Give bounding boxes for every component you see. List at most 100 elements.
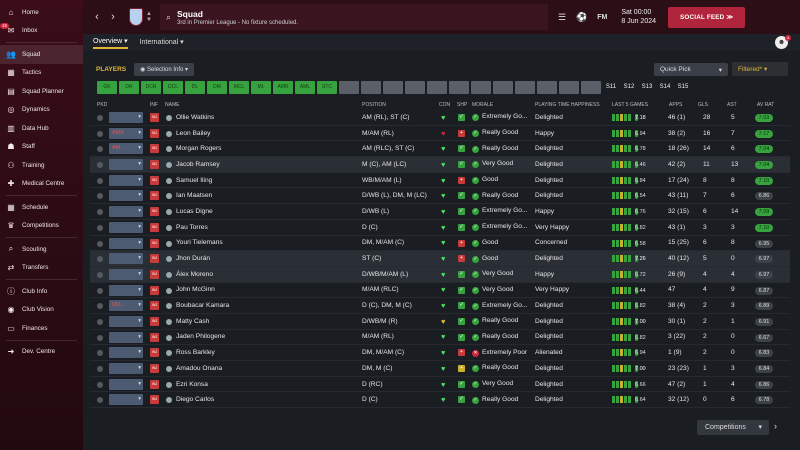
player-name[interactable]: Jhon Durán xyxy=(176,255,210,262)
position-chip[interactable]: DCR xyxy=(141,81,161,94)
col-av-rat[interactable]: AV RAT xyxy=(757,102,774,108)
selection-dropdown[interactable]: AM... ▾ xyxy=(109,143,143,155)
pick-toggle[interactable] xyxy=(97,224,103,231)
table-row[interactable]: ▾ INJ Samuel Iling WB/M/AM (L) ♥ + ✓ Good Deligh… xyxy=(90,173,790,189)
info-flag-icon[interactable]: INJ xyxy=(150,191,159,201)
info-flag-icon[interactable]: INJ xyxy=(150,144,159,154)
sidebar-item-schedule[interactable]: ▦ Schedule xyxy=(0,198,83,217)
selection-info-button[interactable]: ◉ Selection Info ▾ xyxy=(134,62,195,76)
player-name[interactable]: Youri Tielemans xyxy=(176,239,223,246)
sidebar-item-staff[interactable]: ☗ Staff xyxy=(0,138,83,157)
selection-dropdown[interactable]: ▾ xyxy=(109,315,143,327)
table-row[interactable]: ▾ INJ Matty Cash D/WB/M (R) ♥ ✓ ✓ Really Good De… xyxy=(90,314,790,330)
pick-toggle[interactable] xyxy=(97,303,103,310)
pick-toggle[interactable] xyxy=(97,350,103,357)
player-name[interactable]: Lucas Digne xyxy=(176,208,213,215)
player-name[interactable]: Jacob Ramsey xyxy=(176,161,220,168)
selection-dropdown[interactable]: ▾ xyxy=(109,112,143,123)
position-chip[interactable]: MCL xyxy=(229,81,249,94)
position-chip[interactable]: ML xyxy=(251,81,271,94)
selection-dropdown[interactable]: ▾ xyxy=(109,237,143,249)
table-row[interactable]: ▾ INJ Youri Tielemans DM, M/AM (C) ♥ + ✓ Good Co… xyxy=(90,236,790,252)
sidebar-item-finances[interactable]: ▭ Finances xyxy=(0,319,83,338)
info-flag-icon[interactable]: INJ xyxy=(150,379,159,389)
col-con[interactable]: CON xyxy=(439,102,450,108)
info-flag-icon[interactable]: INJ xyxy=(150,238,159,248)
pick-toggle[interactable] xyxy=(97,318,103,325)
position-chip-inactive[interactable] xyxy=(339,81,359,94)
selection-dropdown[interactable]: ▾ xyxy=(109,347,143,359)
position-chip[interactable]: DCL xyxy=(163,81,183,94)
player-name[interactable]: Amadou Onana xyxy=(176,365,222,372)
pick-toggle[interactable] xyxy=(97,193,103,200)
col-name[interactable]: NAME xyxy=(165,102,179,108)
club-switch-icon[interactable]: ▲ ▼ xyxy=(146,11,152,23)
player-name[interactable]: Jaden Philogene xyxy=(176,333,225,340)
position-chip[interactable]: DL xyxy=(185,81,205,94)
selection-dropdown[interactable]: ▾ xyxy=(109,394,143,406)
next-arrow-icon[interactable]: › xyxy=(774,421,777,431)
tab-overview[interactable]: Overview ▾ xyxy=(93,37,128,49)
table-row[interactable]: ▾ INJ Amadou Onana DM, M (C) ♥ + ✓ Really Good D… xyxy=(90,361,790,377)
player-name[interactable]: Ollie Watkins xyxy=(176,114,214,121)
position-chip[interactable]: DM xyxy=(207,81,227,94)
player-name[interactable]: Diego Carlos xyxy=(176,396,214,403)
fm-logo[interactable]: FM xyxy=(597,14,607,21)
position-chip-inactive[interactable] xyxy=(515,81,535,94)
filter-dropdown[interactable]: Filtered* ▾ xyxy=(732,62,788,76)
competitions-dropdown[interactable]: Competitions ▾ xyxy=(697,420,769,435)
info-flag-icon[interactable]: INJ xyxy=(150,269,159,279)
info-flag-icon[interactable]: INJ xyxy=(150,254,159,264)
pick-toggle[interactable] xyxy=(97,334,103,341)
pick-toggle[interactable] xyxy=(97,397,103,404)
quick-pick-dropdown[interactable]: Quick Pick ▾ xyxy=(654,62,728,76)
sidebar-item-inbox[interactable]: ✉ Inbox 15 xyxy=(0,22,83,41)
col-morale[interactable]: MORALE xyxy=(472,102,493,108)
col-position[interactable]: POSITION xyxy=(362,102,386,108)
position-chip[interactable]: STC xyxy=(317,81,337,94)
table-row[interactable]: ▾ INJ Diego Carlos D (C) ♥ ✓ ✓ Really Good Delig… xyxy=(90,392,790,409)
sidebar-item-home[interactable]: ⌂ Home xyxy=(0,3,83,22)
table-row[interactable]: ▾ INJ Pau Torres D (C) ♥ ✓ ✓ Extremely Go... Ver… xyxy=(90,220,790,236)
sidebar-item-tactics[interactable]: ▦ Tactics xyxy=(0,64,83,83)
table-row[interactable]: ▾ INJ Lucas Digne D/WB (L) ♥ ✓ ✓ Extremely Go..… xyxy=(90,204,790,220)
player-name[interactable]: Ezri Konsa xyxy=(176,381,208,388)
info-flag-icon[interactable]: INJ xyxy=(150,113,159,122)
position-chip-inactive[interactable] xyxy=(493,81,513,94)
selection-dropdown[interactable]: ▾ xyxy=(109,159,143,171)
position-chip-inactive[interactable] xyxy=(383,81,403,94)
sidebar-item-scouting[interactable]: ⌕ Scouting xyxy=(0,240,83,259)
info-flag-icon[interactable]: INJ xyxy=(150,160,159,170)
selection-dropdown[interactable]: ▾ xyxy=(109,378,143,390)
col-ast[interactable]: AST xyxy=(727,102,737,108)
pick-toggle[interactable] xyxy=(97,130,103,137)
position-chip[interactable]: DR xyxy=(119,81,139,94)
table-row[interactable]: ▾ INJ Álex Moreno D/WB/M/AM (L) ♥ ✓ ✓ Very Good… xyxy=(90,266,790,283)
player-name[interactable]: Samuel Iling xyxy=(176,177,212,184)
col-apps[interactable]: APPS xyxy=(669,102,682,108)
pick-toggle[interactable] xyxy=(97,115,103,121)
info-flag-icon[interactable]: INJ xyxy=(150,175,159,185)
menu-icon[interactable]: ☰ xyxy=(558,12,566,23)
player-name[interactable]: Ian Maatsen xyxy=(176,192,212,199)
player-name[interactable]: Pau Torres xyxy=(176,224,208,231)
col-pkd[interactable]: PKD xyxy=(97,102,107,108)
back-arrow-icon[interactable]: ‹ xyxy=(89,11,105,23)
social-feed-button[interactable]: SOCIAL FEED ≫ xyxy=(668,6,746,28)
player-name[interactable]: Leon Bailey xyxy=(176,130,210,137)
col-last-5[interactable]: LAST 5 GAMES xyxy=(612,102,648,108)
selection-dropdown[interactable]: ▾ xyxy=(109,253,143,265)
selection-dropdown[interactable]: AMR ▾ xyxy=(109,127,143,139)
selection-dropdown[interactable]: ▾ xyxy=(109,331,143,343)
player-name[interactable]: Álex Moreno xyxy=(176,271,213,278)
player-name[interactable]: Boubacar Kamara xyxy=(176,302,229,309)
info-flag-icon[interactable]: INJ xyxy=(150,332,159,342)
col-shp[interactable]: SHP xyxy=(457,102,467,108)
player-name[interactable]: Matty Cash xyxy=(176,318,209,325)
selection-slot[interactable]: S14 xyxy=(657,81,673,94)
forward-arrow-icon[interactable]: › xyxy=(105,11,121,23)
col-playing-time[interactable]: PLAYING TIME HAPPINESS xyxy=(535,102,600,108)
selection-dropdown[interactable]: ▾ xyxy=(109,190,143,202)
pick-toggle[interactable] xyxy=(97,271,103,278)
position-chip[interactable]: GK xyxy=(97,81,117,94)
